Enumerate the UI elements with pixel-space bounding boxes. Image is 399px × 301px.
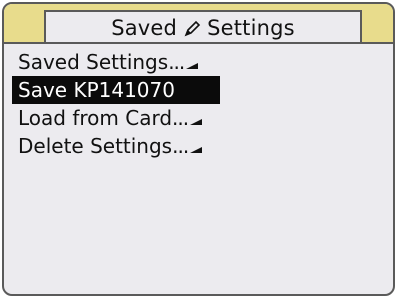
submenu-arrow-icon: [190, 147, 203, 153]
device-screen: Saved Settings Saved Settings ... Save K…: [2, 2, 395, 296]
menu-item-saved-settings[interactable]: Saved Settings ...: [12, 48, 392, 76]
menu-item-load-from-card[interactable]: Load from Card ...: [12, 104, 392, 132]
menu-item-label: Save KP141070: [18, 78, 175, 102]
title-right: Settings: [207, 16, 295, 40]
menu-item-label: Load from Card: [18, 106, 173, 130]
submenu-arrow-icon: [190, 119, 203, 125]
screen-title-tab: Saved Settings: [44, 10, 362, 44]
menu-item-label: Saved Settings: [18, 50, 169, 74]
menu-item-ellipsis: ...: [172, 106, 189, 130]
title-left: Saved: [111, 16, 178, 40]
menu-item-save-kp141070[interactable]: Save KP141070: [12, 76, 220, 104]
menu-item-label: Delete Settings: [18, 134, 173, 158]
submenu-arrow-icon: [186, 63, 199, 69]
menu-item-ellipsis: ...: [172, 134, 189, 158]
settings-menu: Saved Settings ... Save KP141070 Load fr…: [12, 48, 392, 160]
body-divider: [4, 42, 393, 44]
pencil-icon: [183, 19, 201, 37]
menu-item-ellipsis: ...: [168, 50, 185, 74]
menu-item-delete-settings[interactable]: Delete Settings ...: [12, 132, 392, 160]
